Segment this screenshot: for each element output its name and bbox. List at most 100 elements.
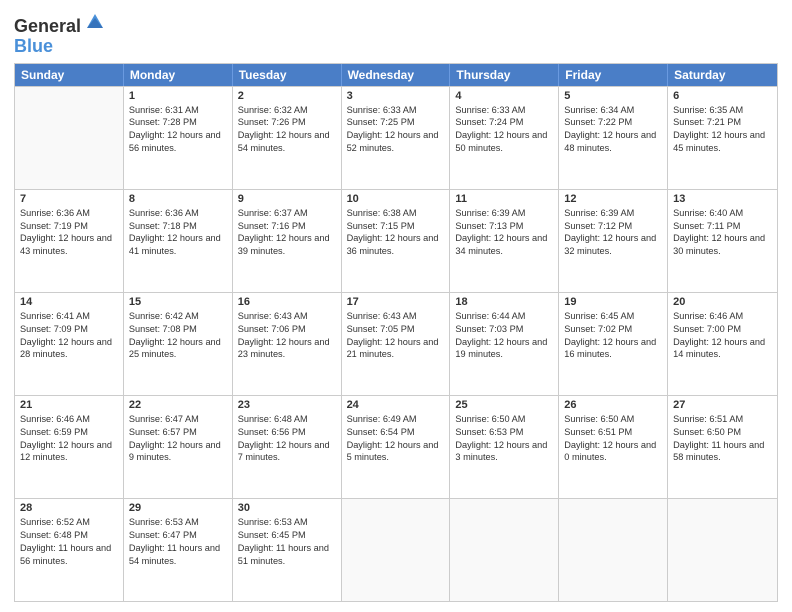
sunrise-text: Sunrise: 6:46 AM: [20, 413, 118, 426]
header-cell-sunday: Sunday: [15, 64, 124, 86]
daylight-text: Daylight: 12 hours and 43 minutes.: [20, 232, 118, 258]
logo: General Blue: [14, 14, 105, 57]
day-number: 8: [129, 193, 227, 205]
sunrise-text: Sunrise: 6:43 AM: [347, 310, 445, 323]
sunrise-text: Sunrise: 6:50 AM: [564, 413, 662, 426]
daylight-text: Daylight: 11 hours and 54 minutes.: [129, 542, 227, 568]
day-number: 16: [238, 296, 336, 308]
cal-cell: 28Sunrise: 6:52 AMSunset: 6:48 PMDayligh…: [15, 499, 124, 601]
sunset-text: Sunset: 7:00 PM: [673, 323, 772, 336]
day-number: 30: [238, 502, 336, 514]
day-number: 1: [129, 90, 227, 102]
cal-cell: 24Sunrise: 6:49 AMSunset: 6:54 PMDayligh…: [342, 396, 451, 498]
sunset-text: Sunset: 7:15 PM: [347, 220, 445, 233]
sunset-text: Sunset: 7:24 PM: [455, 116, 553, 129]
sunrise-text: Sunrise: 6:51 AM: [673, 413, 772, 426]
daylight-text: Daylight: 11 hours and 58 minutes.: [673, 439, 772, 465]
day-number: 7: [20, 193, 118, 205]
cal-cell: [450, 499, 559, 601]
sunrise-text: Sunrise: 6:39 AM: [564, 207, 662, 220]
daylight-text: Daylight: 12 hours and 14 minutes.: [673, 336, 772, 362]
calendar-header-row: SundayMondayTuesdayWednesdayThursdayFrid…: [15, 64, 777, 86]
daylight-text: Daylight: 12 hours and 32 minutes.: [564, 232, 662, 258]
day-number: 6: [673, 90, 772, 102]
cal-cell: 15Sunrise: 6:42 AMSunset: 7:08 PMDayligh…: [124, 293, 233, 395]
cal-cell: 4Sunrise: 6:33 AMSunset: 7:24 PMDaylight…: [450, 87, 559, 189]
sunrise-text: Sunrise: 6:46 AM: [673, 310, 772, 323]
sunrise-text: Sunrise: 6:35 AM: [673, 104, 772, 117]
day-number: 29: [129, 502, 227, 514]
sunset-text: Sunset: 7:13 PM: [455, 220, 553, 233]
header-cell-thursday: Thursday: [450, 64, 559, 86]
cal-cell: 12Sunrise: 6:39 AMSunset: 7:12 PMDayligh…: [559, 190, 668, 292]
week-row-5: 28Sunrise: 6:52 AMSunset: 6:48 PMDayligh…: [15, 498, 777, 601]
sunrise-text: Sunrise: 6:40 AM: [673, 207, 772, 220]
daylight-text: Daylight: 11 hours and 51 minutes.: [238, 542, 336, 568]
sunrise-text: Sunrise: 6:53 AM: [129, 516, 227, 529]
sunrise-text: Sunrise: 6:52 AM: [20, 516, 118, 529]
sunrise-text: Sunrise: 6:43 AM: [238, 310, 336, 323]
sunset-text: Sunset: 7:06 PM: [238, 323, 336, 336]
day-number: 14: [20, 296, 118, 308]
sunrise-text: Sunrise: 6:44 AM: [455, 310, 553, 323]
daylight-text: Daylight: 12 hours and 12 minutes.: [20, 439, 118, 465]
cal-cell: 30Sunrise: 6:53 AMSunset: 6:45 PMDayligh…: [233, 499, 342, 601]
header-cell-monday: Monday: [124, 64, 233, 86]
daylight-text: Daylight: 12 hours and 0 minutes.: [564, 439, 662, 465]
daylight-text: Daylight: 12 hours and 28 minutes.: [20, 336, 118, 362]
sunset-text: Sunset: 6:53 PM: [455, 426, 553, 439]
cal-cell: 6Sunrise: 6:35 AMSunset: 7:21 PMDaylight…: [668, 87, 777, 189]
day-number: 3: [347, 90, 445, 102]
day-number: 9: [238, 193, 336, 205]
week-row-4: 21Sunrise: 6:46 AMSunset: 6:59 PMDayligh…: [15, 395, 777, 498]
cal-cell: 16 Sunrise: 6:43 AMSunset: 7:06 PMDayligh…: [233, 293, 342, 395]
day-number: 17: [347, 296, 445, 308]
sunset-text: Sunset: 7:09 PM: [20, 323, 118, 336]
daylight-text: Daylight: 12 hours and 34 minutes.: [455, 232, 553, 258]
sunset-text: Sunset: 7:03 PM: [455, 323, 553, 336]
cal-cell: 5Sunrise: 6:34 AMSunset: 7:22 PMDaylight…: [559, 87, 668, 189]
cal-cell: 21Sunrise: 6:46 AMSunset: 6:59 PMDayligh…: [15, 396, 124, 498]
day-number: 27: [673, 399, 772, 411]
daylight-text: Daylight: 12 hours and 36 minutes.: [347, 232, 445, 258]
sunrise-text: Sunrise: 6:38 AM: [347, 207, 445, 220]
daylight-text: Daylight: 12 hours and 23 minutes.: [238, 336, 336, 362]
sunset-text: Sunset: 6:51 PM: [564, 426, 662, 439]
cal-cell: 18Sunrise: 6:44 AMSunset: 7:03 PMDayligh…: [450, 293, 559, 395]
daylight-text: Daylight: 12 hours and 21 minutes.: [347, 336, 445, 362]
cal-cell: [559, 499, 668, 601]
cal-cell: 27Sunrise: 6:51 AMSunset: 6:50 PMDayligh…: [668, 396, 777, 498]
day-number: 26: [564, 399, 662, 411]
sunset-text: Sunset: 7:02 PM: [564, 323, 662, 336]
sunrise-text: Sunrise: 6:33 AM: [347, 104, 445, 117]
cal-cell: [668, 499, 777, 601]
daylight-text: Daylight: 12 hours and 9 minutes.: [129, 439, 227, 465]
sunset-text: Sunset: 7:12 PM: [564, 220, 662, 233]
calendar: SundayMondayTuesdayWednesdayThursdayFrid…: [14, 63, 778, 602]
header-cell-saturday: Saturday: [668, 64, 777, 86]
sunset-text: Sunset: 7:11 PM: [673, 220, 772, 233]
sunrise-text: Sunrise: 6:49 AM: [347, 413, 445, 426]
sunset-text: Sunset: 7:22 PM: [564, 116, 662, 129]
daylight-text: Daylight: 12 hours and 56 minutes.: [129, 129, 227, 155]
sunrise-text: Sunrise: 6:36 AM: [20, 207, 118, 220]
daylight-text: Daylight: 12 hours and 45 minutes.: [673, 129, 772, 155]
daylight-text: Daylight: 12 hours and 48 minutes.: [564, 129, 662, 155]
daylight-text: Daylight: 12 hours and 52 minutes.: [347, 129, 445, 155]
week-row-2: 7Sunrise: 6:36 AMSunset: 7:19 PMDaylight…: [15, 189, 777, 292]
cal-cell: 26 Sunrise: 6:50 AMSunset: 6:51 PMDayligh…: [559, 396, 668, 498]
daylight-text: Daylight: 12 hours and 39 minutes.: [238, 232, 336, 258]
week-row-1: 1Sunrise: 6:31 AMSunset: 7:28 PMDaylight…: [15, 86, 777, 189]
day-number: 13: [673, 193, 772, 205]
cal-cell: 29Sunrise: 6:53 AMSunset: 6:47 PMDayligh…: [124, 499, 233, 601]
day-number: 21: [20, 399, 118, 411]
header: General Blue: [14, 10, 778, 57]
day-number: 4: [455, 90, 553, 102]
day-number: 23: [238, 399, 336, 411]
sunset-text: Sunset: 6:56 PM: [238, 426, 336, 439]
daylight-text: Daylight: 12 hours and 50 minutes.: [455, 129, 553, 155]
cal-cell: [342, 499, 451, 601]
cal-cell: 23Sunrise: 6:48 AMSunset: 6:56 PMDayligh…: [233, 396, 342, 498]
calendar-body: 1Sunrise: 6:31 AMSunset: 7:28 PMDaylight…: [15, 86, 777, 601]
sunset-text: Sunset: 7:05 PM: [347, 323, 445, 336]
